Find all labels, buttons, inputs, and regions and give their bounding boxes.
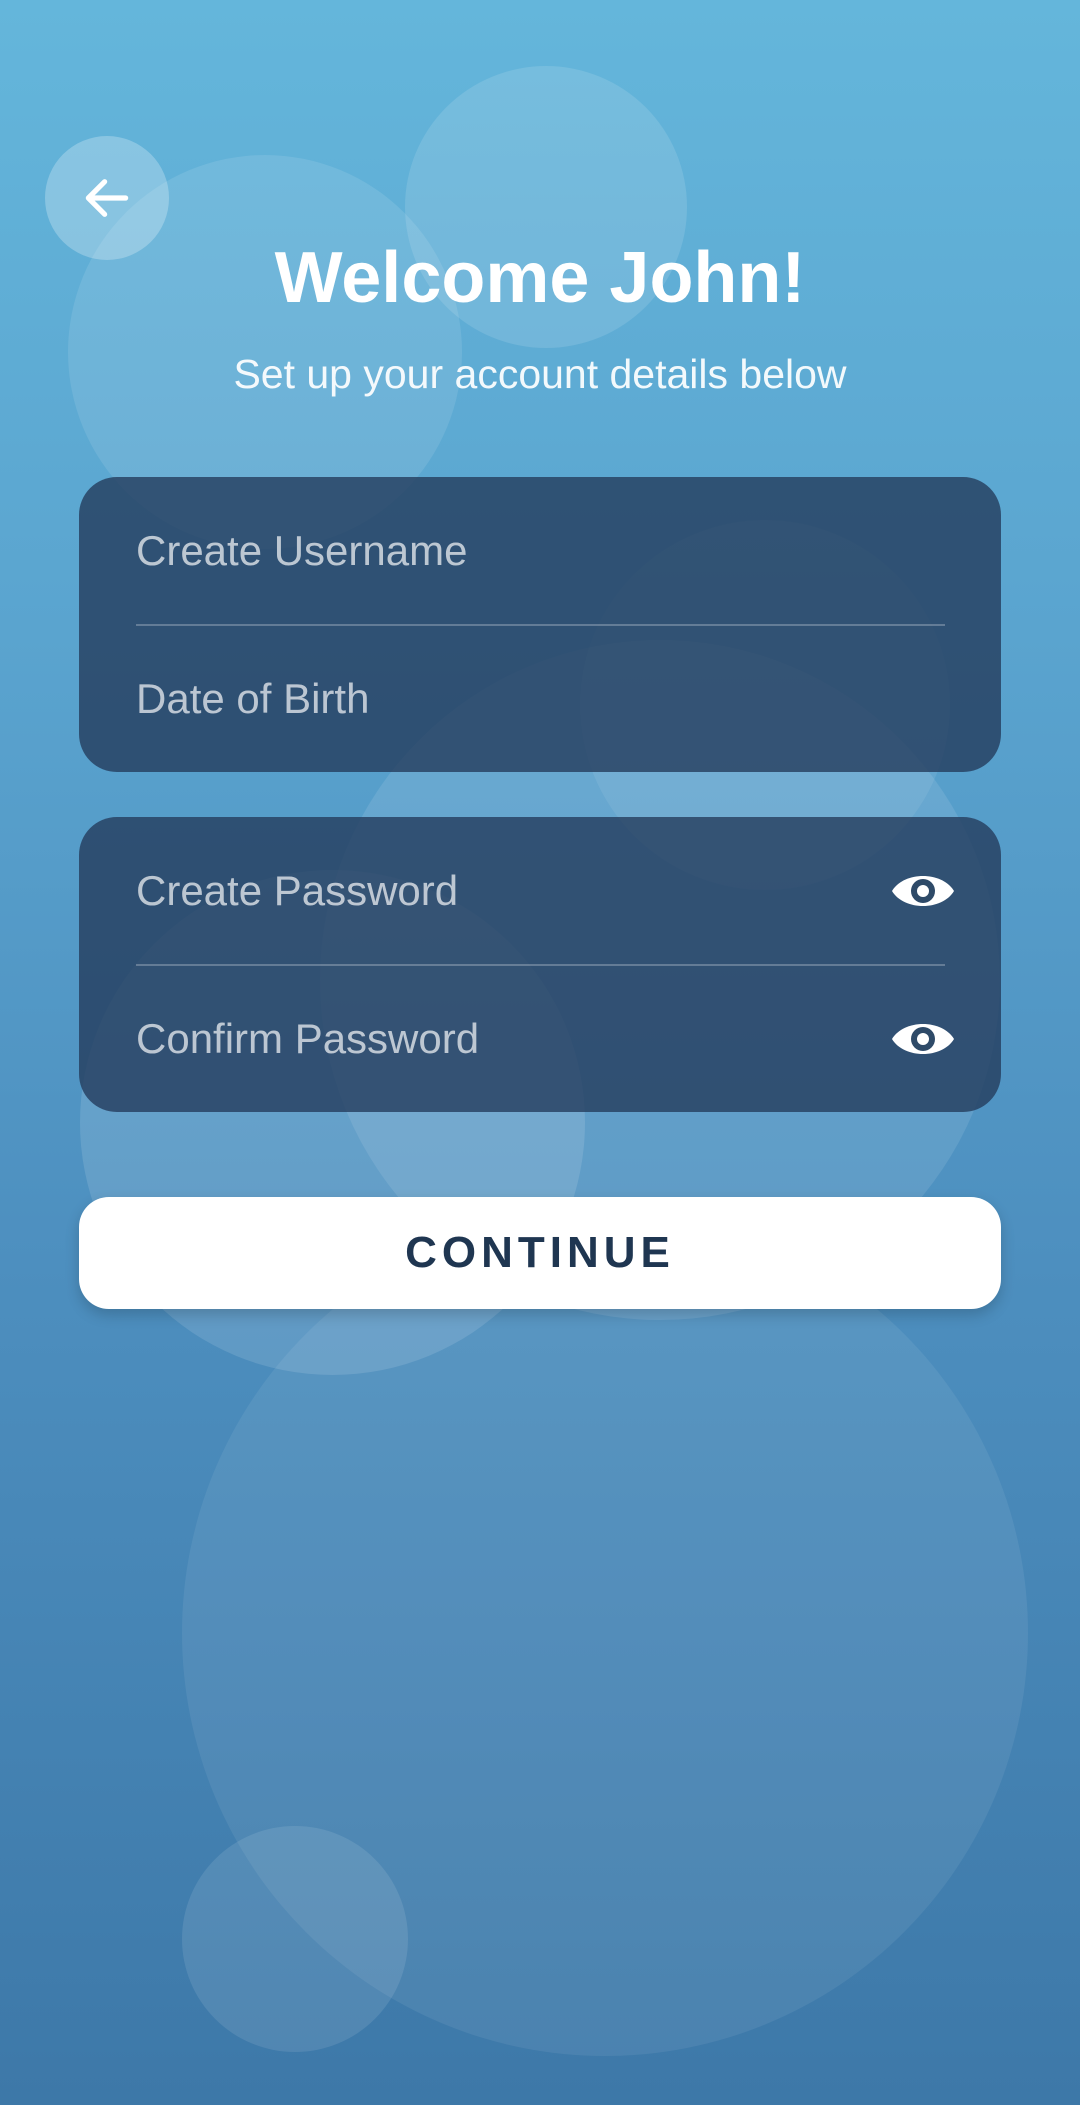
- eye-icon: [892, 1024, 954, 1054]
- arrow-left-icon: [85, 179, 129, 217]
- date-of-birth-placeholder: Date of Birth: [136, 674, 370, 722]
- create-password-field[interactable]: Create Password: [136, 817, 1001, 964]
- confirm-password-field[interactable]: Confirm Password: [136, 965, 1001, 1112]
- background-bubble: [182, 1826, 408, 2052]
- password-card: Create Password Confirm Password: [79, 817, 1001, 1112]
- continue-button-label: CONTINUE: [405, 1228, 675, 1277]
- eye-icon: [892, 876, 954, 906]
- date-of-birth-field[interactable]: Date of Birth: [136, 625, 1001, 772]
- show-confirm-password-toggle[interactable]: [890, 1014, 956, 1064]
- confirm-password-placeholder: Confirm Password: [136, 1014, 480, 1062]
- show-password-toggle[interactable]: [890, 866, 956, 916]
- account-details-card: Create Username Date of Birth: [79, 477, 1001, 772]
- page-title: Welcome John!: [274, 238, 806, 318]
- username-field[interactable]: Create Username: [136, 477, 1001, 624]
- continue-button[interactable]: CONTINUE: [79, 1197, 1001, 1309]
- create-password-placeholder: Create Password: [136, 866, 459, 914]
- username-placeholder: Create Username: [136, 526, 468, 574]
- page-subtitle: Set up your account details below: [233, 351, 847, 397]
